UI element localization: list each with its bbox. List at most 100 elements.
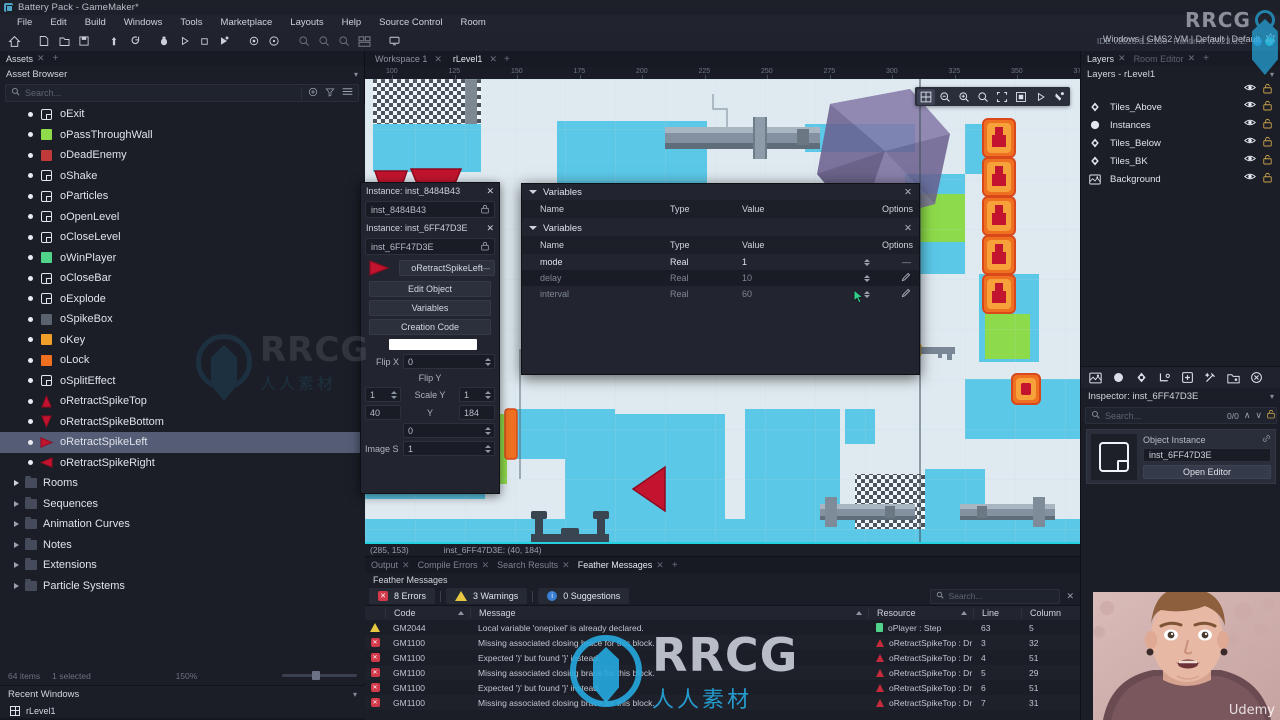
add-tab-icon[interactable]: + bbox=[504, 54, 510, 65]
chevron-down-icon[interactable]: ▾ bbox=[354, 70, 358, 79]
asset-item-oretractspikeleft[interactable]: oRetractSpikeLeft bbox=[0, 432, 365, 453]
asset-item-oopenlevel[interactable]: oOpenLevel bbox=[0, 207, 365, 228]
close-icon[interactable]: ✕ bbox=[37, 53, 45, 64]
tab-layers[interactable]: Layers bbox=[1087, 54, 1114, 64]
tab-assets[interactable]: Assets bbox=[6, 54, 33, 64]
close-icon[interactable]: ✕ bbox=[1118, 53, 1126, 64]
open-folder-icon[interactable] bbox=[54, 32, 74, 50]
expand-triangle-icon[interactable] bbox=[14, 582, 19, 589]
column-resource[interactable]: Resource bbox=[868, 608, 973, 618]
target-settings-icon[interactable] bbox=[1265, 32, 1276, 45]
variables-dialog[interactable]: Variables ✕ Name Type Value Options Vari… bbox=[521, 183, 920, 375]
expand-triangle-icon[interactable] bbox=[14, 500, 19, 507]
dropdown-dash-icon[interactable]: — bbox=[481, 263, 490, 273]
layer-list[interactable]: Tiles_Above Instances Tiles_Below Tiles_BK B… bbox=[1081, 98, 1280, 188]
tab-feather-messages[interactable]: Feather Messages bbox=[578, 560, 653, 570]
layers-panel-tabs[interactable]: Layers ✕ Room Editor ✕ + bbox=[1081, 51, 1280, 66]
table-row[interactable]: ✕ GM1100 Expected ')' but found '}' instea… bbox=[365, 650, 1080, 665]
link-icon[interactable] bbox=[1262, 434, 1271, 445]
asset-item-oretractspikeright[interactable]: oRetractSpikeRight bbox=[0, 453, 365, 474]
open-editor-button[interactable]: Open Editor bbox=[1143, 465, 1271, 479]
layer-tools-row[interactable] bbox=[1081, 366, 1280, 388]
table-row[interactable]: GM2044 Local variable 'onepixel' is alrea… bbox=[365, 620, 1080, 635]
warnings-filter-button[interactable]: 3 Warnings bbox=[446, 588, 528, 604]
output-search-bar[interactable] bbox=[930, 588, 1061, 604]
layer-item-tiles_above[interactable]: Tiles_Above bbox=[1081, 98, 1280, 116]
lock-icon[interactable] bbox=[1263, 136, 1272, 150]
output-panel-tabs[interactable]: Output ✕ Compile Errors ✕ Search Results… bbox=[365, 557, 1080, 573]
tile-layer-icon[interactable] bbox=[1131, 369, 1151, 387]
eye-icon[interactable] bbox=[1244, 172, 1256, 186]
messages-table-header[interactable]: Code Message Resource Line Column bbox=[365, 605, 1080, 620]
flipx-input[interactable]: 0 bbox=[403, 354, 495, 369]
folder-item-animation-curves[interactable]: Animation Curves bbox=[0, 514, 365, 535]
expand-triangle-icon[interactable] bbox=[14, 480, 19, 487]
close-icon[interactable]: ✕ bbox=[489, 54, 497, 65]
chevron-down-icon[interactable]: ▾ bbox=[1270, 70, 1274, 79]
lock-icon[interactable] bbox=[1263, 172, 1272, 186]
column-line[interactable]: Line bbox=[973, 608, 1021, 618]
close-icon[interactable]: ✕ bbox=[904, 187, 912, 198]
scalex-stepper[interactable] bbox=[389, 390, 398, 399]
edit-pencil-icon[interactable] bbox=[901, 288, 911, 300]
fit-icon[interactable] bbox=[993, 89, 1011, 105]
inspector-search-input[interactable] bbox=[1105, 410, 1222, 421]
errors-filter-button[interactable]: ✕ 8 Errors bbox=[369, 588, 436, 604]
tab-room-editor[interactable]: Room Editor bbox=[1134, 54, 1184, 64]
lock-icon[interactable] bbox=[1263, 83, 1272, 97]
sort-ascending-icon[interactable] bbox=[961, 611, 967, 615]
menu-item-edit[interactable]: Edit bbox=[41, 15, 75, 31]
collapse-caret-icon[interactable] bbox=[529, 190, 537, 194]
close-icon[interactable]: ✕ bbox=[482, 560, 490, 571]
tab-output[interactable]: Output bbox=[371, 560, 398, 570]
tab-workspace-1[interactable]: Workspace 1 bbox=[371, 54, 431, 64]
path-layer-icon[interactable] bbox=[1154, 369, 1174, 387]
lock-icon[interactable] bbox=[1263, 100, 1272, 114]
column-code[interactable]: Code bbox=[385, 608, 470, 618]
creation-code-button[interactable]: Creation Code bbox=[369, 319, 491, 335]
menu-item-file[interactable]: File bbox=[8, 15, 41, 31]
zoom-reset-icon[interactable] bbox=[314, 32, 334, 50]
select-icon[interactable] bbox=[1012, 89, 1030, 105]
tab-rlevel1[interactable]: rLevel1 bbox=[449, 54, 487, 64]
table-row[interactable]: ✕ GM1100 Missing associated closing brace … bbox=[365, 635, 1080, 650]
add-layer-icon[interactable] bbox=[1177, 369, 1197, 387]
sort-ascending-icon[interactable] bbox=[458, 611, 464, 615]
menu-item-source-control[interactable]: Source Control bbox=[370, 15, 451, 31]
asset-search-bar[interactable] bbox=[5, 84, 359, 102]
table-row[interactable]: ✕ GM1100 Missing associated closing brace … bbox=[365, 695, 1080, 710]
variables-button[interactable]: Variables bbox=[369, 300, 491, 316]
inspector-card[interactable]: Object Instance inst_6FF47D3E Open Edito… bbox=[1086, 429, 1276, 484]
eye-icon[interactable] bbox=[1244, 154, 1256, 168]
zoom-in-icon[interactable] bbox=[955, 89, 973, 105]
add-tab-icon[interactable]: + bbox=[672, 560, 678, 571]
layer-item-background[interactable]: Background bbox=[1081, 170, 1280, 188]
preferences-gear-icon[interactable] bbox=[244, 32, 264, 50]
instance-2-name-field[interactable]: inst_6FF47D3E bbox=[365, 238, 495, 255]
table-row[interactable]: ✕ GM1100 Missing associated closing brace … bbox=[365, 665, 1080, 680]
close-icon[interactable]: ✕ bbox=[656, 560, 664, 571]
run-paused-icon[interactable] bbox=[214, 32, 234, 50]
asset-item-owinplayer[interactable]: oWinPlayer bbox=[0, 248, 365, 269]
zoom-out-icon[interactable] bbox=[936, 89, 954, 105]
asset-item-opassthroughwall[interactable]: oPassThroughWall bbox=[0, 125, 365, 146]
asset-item-ospikebox[interactable]: oSpikeBox bbox=[0, 309, 365, 330]
y-input[interactable]: 184 bbox=[459, 405, 495, 420]
lock-icon[interactable] bbox=[481, 204, 489, 216]
scalex-input[interactable]: 1 bbox=[365, 387, 401, 402]
edit-object-button[interactable]: Edit Object bbox=[369, 281, 491, 297]
asset-layer-icon[interactable] bbox=[1223, 369, 1243, 387]
asset-item-oexplode[interactable]: oExplode bbox=[0, 289, 365, 310]
instance-object-row[interactable]: oRetractSpikeLeft — bbox=[365, 258, 495, 278]
folder-item-rooms[interactable]: Rooms bbox=[0, 473, 365, 494]
room-editor-toolbar[interactable] bbox=[915, 87, 1070, 106]
close-icon[interactable]: ✕ bbox=[486, 186, 494, 197]
column-message[interactable]: Message bbox=[470, 608, 868, 618]
close-icon[interactable]: ✕ bbox=[904, 223, 912, 234]
scaley-input[interactable]: 1 bbox=[459, 387, 495, 402]
new-file-icon[interactable] bbox=[34, 32, 54, 50]
asset-item-okey[interactable]: oKey bbox=[0, 330, 365, 351]
asset-item-ocloselevel[interactable]: oCloseLevel bbox=[0, 227, 365, 248]
home-icon[interactable] bbox=[4, 32, 24, 50]
close-icon[interactable]: ✕ bbox=[1188, 53, 1196, 64]
